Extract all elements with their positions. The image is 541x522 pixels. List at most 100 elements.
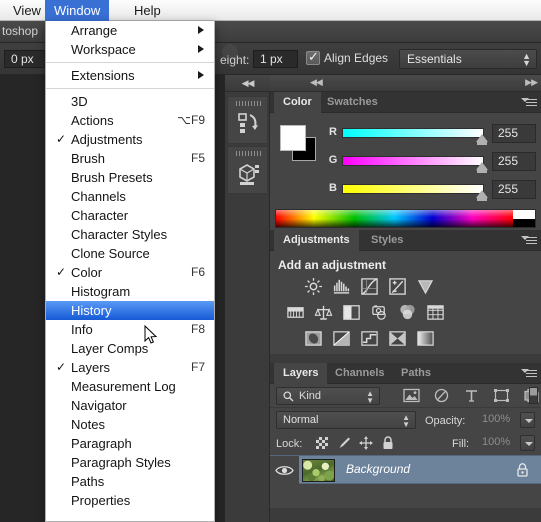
color-panel-menu-icon[interactable] [521, 97, 537, 108]
hue-saturation-icon[interactable] [286, 303, 305, 322]
menu-item-measurement-log[interactable]: Measurement Log [46, 377, 214, 396]
dock-collapse-button[interactable]: ◀◀ [225, 75, 270, 92]
menu-item-clone-source[interactable]: Clone Source [46, 244, 214, 263]
width-field[interactable]: 0 px [4, 50, 46, 68]
foreground-background-swatches[interactable] [278, 123, 318, 161]
menu-help[interactable]: Help [125, 0, 170, 21]
tab-adjustments[interactable]: Adjustments [274, 230, 359, 251]
shape-layer-filter-icon[interactable] [493, 388, 510, 403]
menu-item-brush[interactable]: Brush F5 [46, 149, 214, 168]
lock-image-pixels-icon[interactable] [336, 435, 352, 451]
channel-mixer-icon[interactable] [398, 303, 417, 322]
layer-name[interactable]: Background [346, 462, 410, 476]
filter-toggle-switch[interactable] [529, 387, 538, 404]
layer-thumbnail[interactable] [302, 459, 335, 482]
slider-track-g[interactable] [342, 156, 484, 166]
color-balance-icon[interactable] [314, 303, 333, 322]
slider-knob-b[interactable] [476, 190, 488, 201]
dock-button-history[interactable] [227, 96, 268, 144]
slider-knob-g[interactable] [476, 162, 488, 173]
table-row[interactable]: Background [270, 455, 541, 485]
menu-item-info[interactable]: Info F8 [46, 320, 214, 339]
channel-value-g[interactable]: 255 [492, 152, 536, 171]
white-swatch[interactable] [513, 210, 535, 219]
tab-layers[interactable]: Layers [274, 363, 328, 384]
menu-item-3d[interactable]: 3D [46, 92, 214, 111]
menu-item-notes[interactable]: Notes [46, 415, 214, 434]
menu-item-character-styles[interactable]: Character Styles [46, 225, 214, 244]
menu-item-label: Character [71, 208, 129, 223]
channel-value-r[interactable]: 255 [492, 124, 536, 143]
menu-item-layer-comps[interactable]: Layer Comps [46, 339, 214, 358]
workspace-select[interactable]: Essentials ▲ ▼ [399, 49, 537, 69]
lock-all-icon[interactable] [380, 435, 396, 451]
selective-color-icon[interactable] [388, 329, 407, 348]
menu-item-paragraph-styles[interactable]: Paragraph Styles [46, 453, 214, 472]
layers-panel-menu-icon[interactable] [521, 368, 537, 379]
menu-item-extensions[interactable]: Extensions [46, 66, 214, 85]
menu-item-paths[interactable]: Paths [46, 472, 214, 491]
photo-filter-icon[interactable] [370, 303, 389, 322]
levels-icon[interactable] [332, 277, 351, 296]
adjustments-panel-menu-icon[interactable] [521, 235, 537, 246]
eye-icon[interactable] [275, 464, 294, 477]
blend-mode-select[interactable]: Normal ▲ ▼ [276, 411, 416, 429]
type-layer-filter-icon[interactable] [463, 388, 480, 403]
slider-knob-r[interactable] [476, 134, 488, 145]
foreground-color-swatch[interactable] [280, 125, 306, 151]
tab-color[interactable]: Color [274, 92, 321, 113]
menu-item-histogram[interactable]: Histogram [46, 282, 214, 301]
menu-item-history[interactable]: History [46, 301, 214, 320]
layer-visibility-cell[interactable] [270, 456, 299, 485]
threshold-icon[interactable] [360, 329, 379, 348]
menu-item-paragraph[interactable]: Paragraph [46, 434, 214, 453]
opacity-stepper[interactable] [520, 412, 535, 428]
fill-stepper[interactable] [520, 435, 535, 451]
invert-icon[interactable] [304, 329, 323, 348]
align-edges-checkbox[interactable]: Align Edges [306, 49, 388, 65]
menu-item-workspace[interactable]: Workspace [46, 40, 214, 59]
exposure-icon[interactable] [388, 277, 407, 296]
menu-item-actions[interactable]: Actions ⌥F9 [46, 111, 214, 130]
curves-icon[interactable] [360, 277, 379, 296]
color-spectrum-ramp[interactable] [275, 209, 536, 228]
adjustment-layer-filter-icon[interactable] [433, 388, 450, 403]
menu-item-layers[interactable]: ✓ Layers F7 [46, 358, 214, 377]
menu-item-character[interactable]: Character [46, 206, 214, 225]
channel-value-b[interactable]: 255 [492, 180, 536, 199]
tab-channels[interactable]: Channels [326, 363, 394, 384]
menu-item-properties[interactable]: Properties [46, 491, 214, 510]
lock-transparent-pixels-icon[interactable] [314, 435, 330, 451]
tab-swatches[interactable]: Swatches [318, 92, 387, 113]
white-black-swatches[interactable] [513, 210, 535, 227]
tab-styles[interactable]: Styles [362, 230, 412, 251]
menu-item-arrange[interactable]: Arrange [46, 21, 214, 40]
slider-track-b[interactable] [342, 184, 484, 194]
opacity-value[interactable]: 100% [479, 412, 519, 428]
slider-track-r[interactable] [342, 128, 484, 138]
lock-position-icon[interactable] [358, 435, 374, 451]
collapse-panels-icon[interactable]: ◀◀ [310, 77, 323, 88]
gradient-map-icon[interactable] [416, 329, 435, 348]
height-field[interactable]: 1 px [253, 50, 298, 68]
tab-paths[interactable]: Paths [392, 363, 440, 384]
fill-value[interactable]: 100% [479, 435, 519, 451]
menu-item-color[interactable]: ✓ Color F6 [46, 263, 214, 282]
checkbox-icon[interactable] [306, 49, 320, 65]
black-white-icon[interactable] [342, 303, 361, 322]
black-swatch[interactable] [513, 218, 535, 227]
pixel-layer-filter-icon[interactable] [403, 388, 420, 403]
posterize-icon[interactable] [332, 329, 351, 348]
vibrance-icon[interactable] [416, 277, 435, 296]
menu-window[interactable]: Window [45, 0, 110, 21]
menu-item-adjustments[interactable]: ✓ Adjustments [46, 130, 214, 149]
brightness-contrast-icon[interactable] [304, 277, 323, 296]
menu-view[interactable]: View [4, 0, 50, 21]
color-lookup-icon[interactable] [426, 303, 445, 322]
menu-item-brush-presets[interactable]: Brush Presets [46, 168, 214, 187]
filter-kind-select[interactable]: Kind ▲ ▼ [276, 387, 380, 405]
menu-item-navigator[interactable]: Navigator [46, 396, 214, 415]
dock-button-3d[interactable] [227, 146, 268, 194]
menu-item-channels[interactable]: Channels [46, 187, 214, 206]
expand-panels-icon[interactable]: ▶▶ [525, 77, 538, 88]
